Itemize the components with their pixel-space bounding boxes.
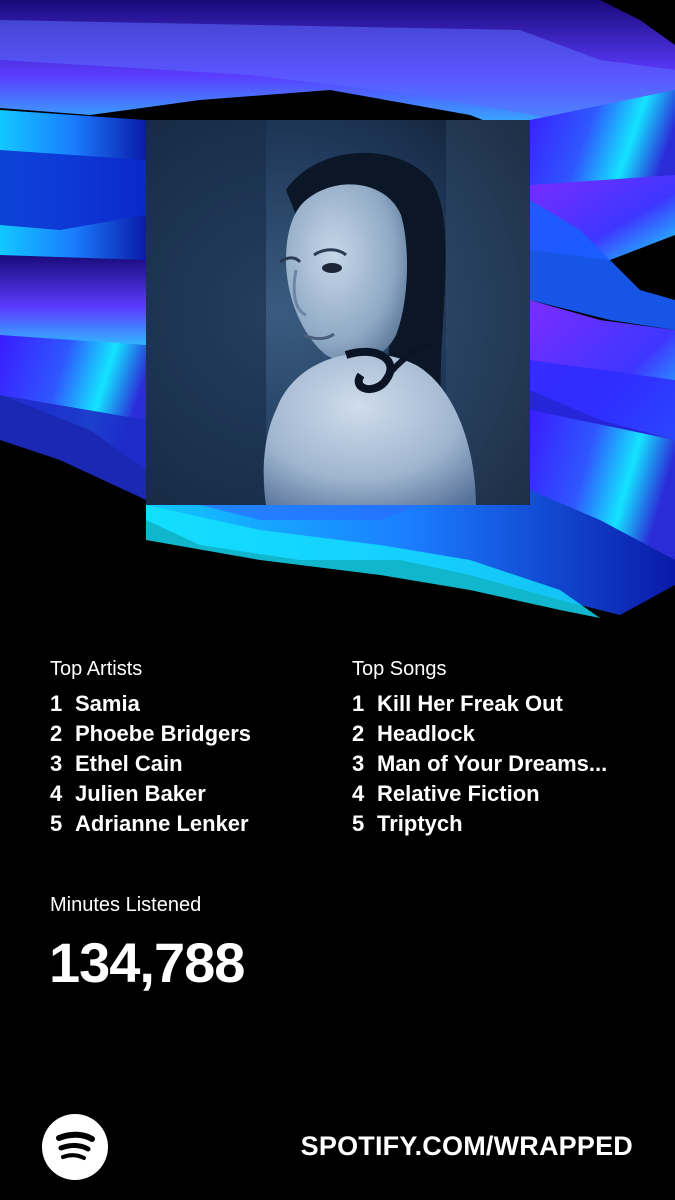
artist-rank: 3 (50, 751, 63, 776)
song-rank: 2 (352, 721, 365, 746)
artist-row: 5 Adrianne Lenker (50, 809, 350, 839)
song-row: 4 Relative Fiction (352, 779, 652, 809)
artist-rank: 1 (50, 691, 63, 716)
artist-rank: 2 (50, 721, 63, 746)
song-name: Triptych (377, 811, 463, 836)
top-artists-list: 1 Samia 2 Phoebe Bridgers 3 Ethel Cain 4… (50, 689, 350, 839)
artist-row: 3 Ethel Cain (50, 749, 350, 779)
artist-row: 1 Samia (50, 689, 350, 719)
top-songs-list: 1 Kill Her Freak Out 2 Headlock 3 Man of… (352, 689, 652, 839)
artist-rank: 4 (50, 781, 63, 806)
artist-name: Phoebe Bridgers (75, 721, 252, 746)
song-row: 1 Kill Her Freak Out (352, 689, 652, 719)
top-artists-section: Top Artists 1 Samia 2 Phoebe Bridgers 3 … (50, 655, 350, 839)
top-songs-section: Top Songs 1 Kill Her Freak Out 2 Headloc… (352, 655, 652, 839)
song-rank: 1 (352, 691, 365, 716)
minutes-listened-label: Minutes Listened (50, 894, 202, 916)
minutes-listened-value: 134,788 (49, 931, 245, 994)
cover-portrait-image (146, 120, 530, 505)
song-name: Relative Fiction (377, 781, 540, 806)
artist-name: Samia (75, 691, 140, 716)
song-name: Man of Your Dreams... (377, 751, 608, 776)
artist-rank: 5 (50, 811, 63, 836)
artist-row: 2 Phoebe Bridgers (50, 719, 350, 749)
song-row: 3 Man of Your Dreams... (352, 749, 652, 779)
song-row: 2 Headlock (352, 719, 652, 749)
top-artists-heading: Top Artists (50, 658, 143, 680)
artist-name: Julien Baker (75, 781, 206, 806)
wrapped-summary-card: Top Artists 1 Samia 2 Phoebe Bridgers 3 … (0, 0, 675, 1200)
song-name: Headlock (377, 721, 475, 746)
spotify-logo-icon[interactable] (42, 1114, 108, 1180)
artist-row: 4 Julien Baker (50, 779, 350, 809)
top-songs-heading: Top Songs (352, 658, 447, 680)
song-rank: 3 (352, 751, 365, 776)
song-rank: 4 (352, 781, 365, 806)
artist-name: Ethel Cain (75, 751, 183, 776)
song-row: 5 Triptych (352, 809, 652, 839)
song-name: Kill Her Freak Out (377, 691, 563, 716)
song-rank: 5 (352, 811, 365, 836)
artist-name: Adrianne Lenker (75, 811, 249, 836)
wrapped-url-link[interactable]: SPOTIFY.COM/WRAPPED (301, 1128, 633, 1164)
